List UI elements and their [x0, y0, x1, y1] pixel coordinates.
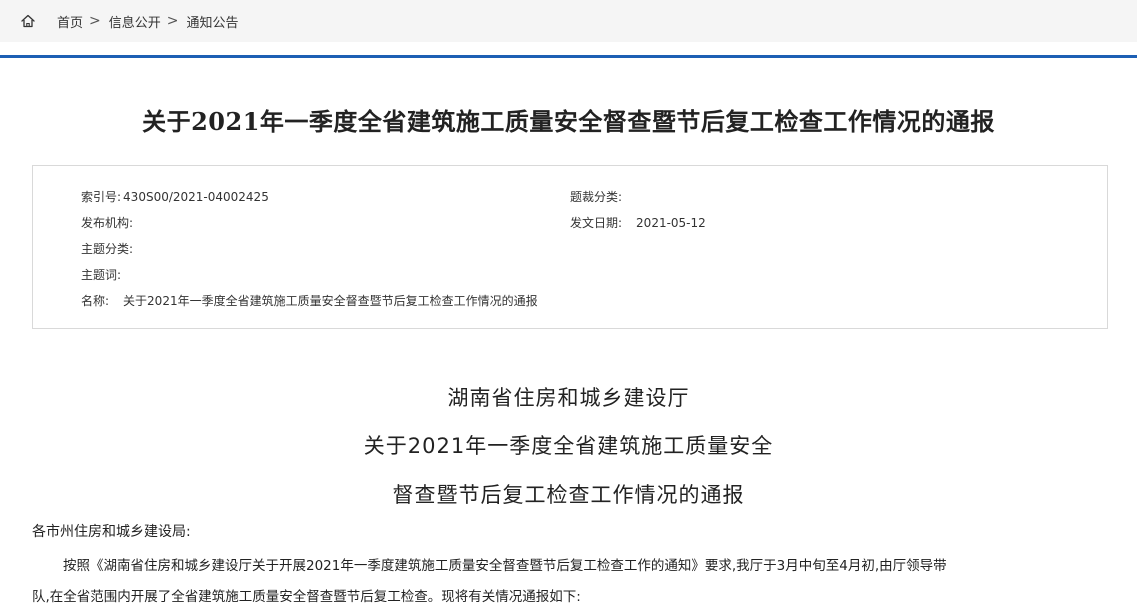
document-heading-issuer: 湖南省住房和城乡建设厅	[447, 386, 690, 410]
breadcrumb-info-public[interactable]: 信息公开	[109, 12, 161, 31]
meta-date-label: 发文日期:	[570, 216, 623, 230]
meta-keywords-label: 主题词:	[81, 268, 122, 282]
breadcrumb: 首页 > 信息公开 > 通知公告	[57, 0, 239, 42]
metadata-panel: 索引号: 430S00/2021-04002425 题裁分类: 发布机构: 发文日…	[32, 165, 1108, 329]
document-heading-subject-line2: 督查暨节后复工检查工作情况的通报	[392, 483, 745, 507]
breadcrumb-separator: >	[166, 13, 179, 29]
document-heading-subject-line1: 关于2021年一季度全省建筑施工质量安全	[363, 434, 774, 458]
meta-topic: 主题分类:	[81, 240, 139, 257]
meta-date-value: 2021-05-12	[636, 216, 706, 230]
document-paragraph-line: 按照《湖南省住房和城乡建设厅关于开展2021年一季度建筑施工质量安全督查暨节后复…	[63, 558, 947, 574]
breadcrumb-separator: >	[89, 13, 101, 29]
meta-publisher-label: 发布机构:	[81, 216, 134, 230]
meta-name-label: 名称:	[81, 294, 110, 308]
meta-index-label: 索引号:	[81, 190, 122, 204]
breadcrumb-notices[interactable]: 通知公告	[187, 12, 239, 31]
document-salutation: 各市州住房和城乡建设局:	[32, 524, 191, 540]
meta-name-value: 关于2021年一季度全省建筑施工质量安全督查暨节后复工检查工作情况的通报	[123, 294, 538, 308]
meta-category: 题裁分类:	[570, 188, 628, 205]
meta-index-value: 430S00/2021-04002425	[123, 190, 269, 204]
header-divider	[0, 55, 1137, 58]
meta-category-label: 题裁分类:	[570, 190, 623, 204]
page-title: 关于2021年一季度全省建筑施工质量安全督查暨节后复工检查工作情况的通报	[142, 107, 995, 136]
document-paragraph-line: 队,在全省范围内开展了全省建筑施工质量安全督查暨节后复工检查。现将有关情况通报如…	[32, 589, 581, 605]
meta-name: 名称: 关于2021年一季度全省建筑施工质量安全督查暨节后复工检查工作情况的通报	[81, 292, 538, 309]
meta-index: 索引号: 430S00/2021-04002425	[81, 188, 269, 205]
breadcrumb-home[interactable]: 首页	[57, 12, 83, 31]
meta-keywords: 主题词:	[81, 266, 127, 283]
meta-publisher: 发布机构:	[81, 214, 139, 231]
meta-date: 发文日期: 2021-05-12	[570, 214, 706, 231]
home-icon[interactable]	[20, 13, 36, 29]
meta-topic-label: 主题分类:	[81, 242, 134, 256]
breadcrumb-bar: 首页 > 信息公开 > 通知公告	[0, 0, 1137, 42]
